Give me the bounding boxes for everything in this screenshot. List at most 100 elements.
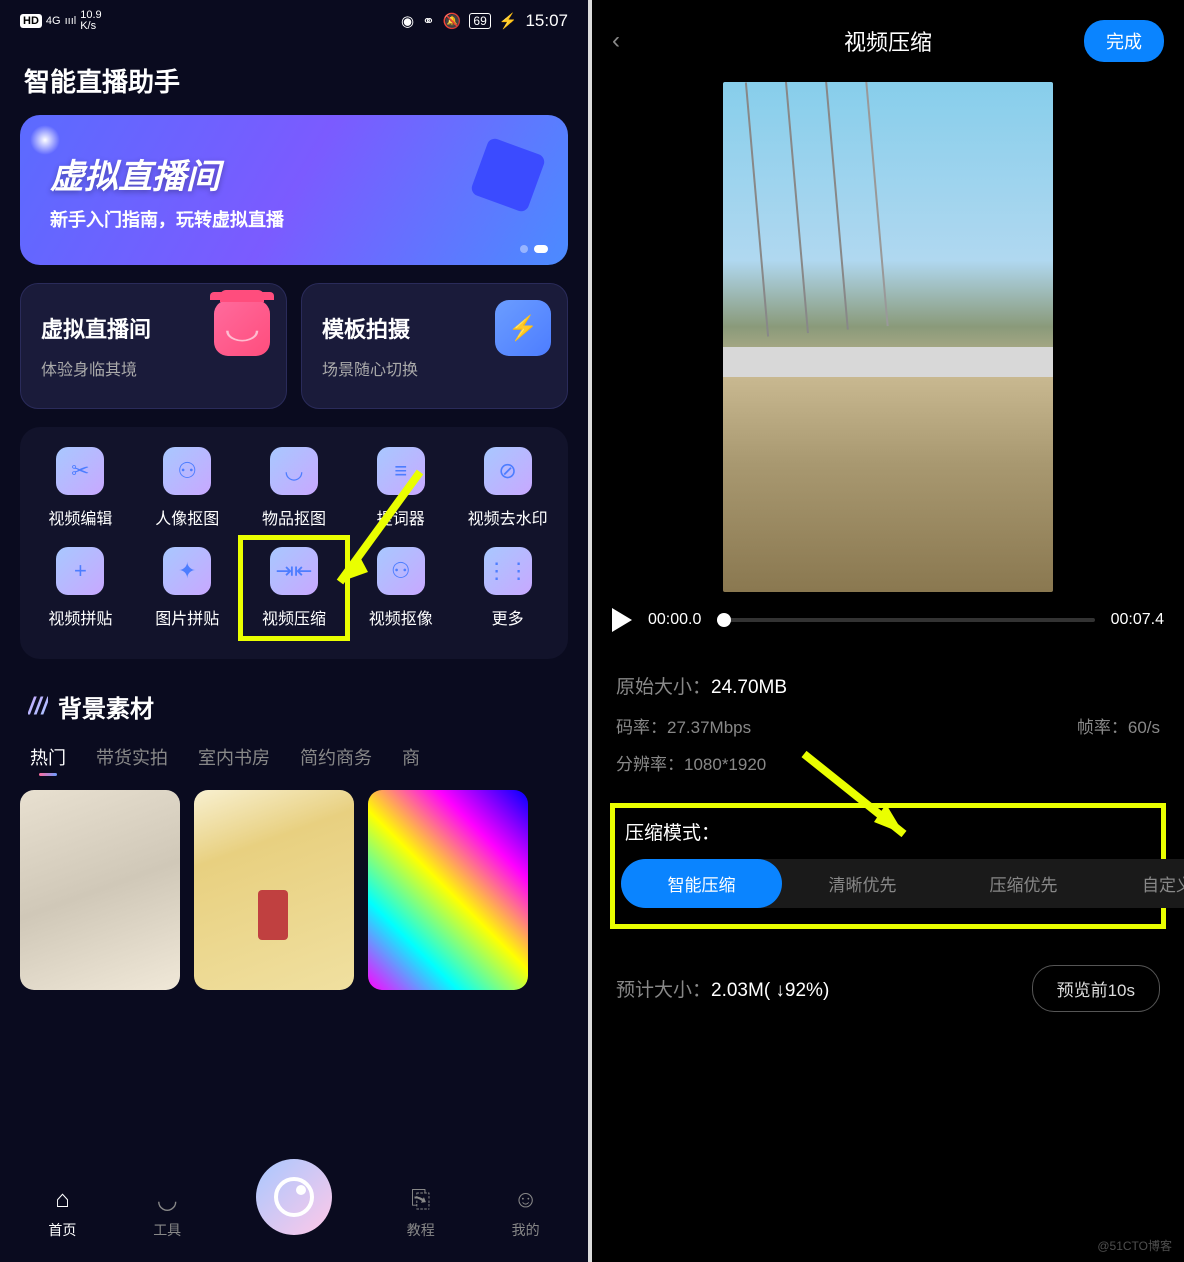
- nav-profile[interactable]: ☺ 我的: [510, 1184, 542, 1240]
- page-title: 视频压缩: [844, 25, 932, 57]
- watermark: @51CTO博客: [1097, 1237, 1172, 1254]
- tool-icon: ⇥⇤: [270, 547, 318, 595]
- tool-物品抠图[interactable]: ◡ 物品抠图: [244, 447, 345, 529]
- tool-label: 人像抠图: [155, 505, 219, 529]
- bg-tabs: 热门 带货实拍 室内书房 简约商务 商: [0, 744, 588, 790]
- tab-室内书房[interactable]: 室内书房: [198, 744, 270, 770]
- tool-label: 物品抠图: [262, 505, 326, 529]
- mode-options: 智能压缩清晰优先压缩优先自定义模式: [621, 859, 1184, 908]
- card-sub: 体验身临其境: [41, 356, 266, 380]
- bitrate-label: 码率：: [616, 718, 667, 737]
- status-bar: HD 4G ıııl 10.9 K/s ◉ ⚭ 🔕 69 ⚡ 15:07: [0, 0, 588, 42]
- robot-icon: [214, 300, 270, 356]
- bluetooth-icon: ⚭: [422, 12, 435, 30]
- tool-icon: ⋮⋮: [484, 547, 532, 595]
- hero-subtitle: 新手入门指南，玩转虚拟直播: [50, 206, 568, 232]
- tab-简约商务[interactable]: 简约商务: [300, 744, 372, 770]
- original-value: 24.70MB: [711, 677, 787, 698]
- tool-人像抠图[interactable]: ⚇ 人像抠图: [137, 447, 238, 529]
- tool-label: 视频去水印: [468, 505, 548, 529]
- bg-thumb[interactable]: [20, 790, 180, 990]
- player-bar: 00:00.0 00:07.4: [592, 592, 1184, 648]
- tool-label: 更多: [492, 605, 524, 629]
- resolution-label: 分辨率：: [616, 755, 684, 774]
- charge-icon: ⚡: [499, 12, 518, 30]
- battery-icon: 69: [469, 13, 490, 29]
- signal-icon: ıııl: [65, 16, 77, 27]
- time-current: 00:00.0: [648, 611, 701, 629]
- bag-icon: ◡: [151, 1184, 183, 1216]
- mode-section: 压缩模式： 智能压缩清晰优先压缩优先自定义模式: [610, 803, 1166, 929]
- tab-带货实拍[interactable]: 带货实拍: [96, 744, 168, 770]
- card-sub: 场景随心切换: [322, 356, 547, 380]
- tool-icon: ⚇: [163, 447, 211, 495]
- carousel-dots: [520, 245, 548, 253]
- done-button[interactable]: 完成: [1084, 20, 1164, 62]
- home-screen: HD 4G ıııl 10.9 K/s ◉ ⚭ 🔕 69 ⚡ 15:07 智能直…: [0, 0, 592, 1262]
- card-template-shoot[interactable]: 模板拍摄 场景随心切换: [301, 283, 568, 409]
- tool-更多[interactable]: ⋮⋮ 更多: [457, 547, 558, 629]
- tool-视频压缩[interactable]: ⇥⇤视频压缩: [244, 547, 345, 629]
- progress-bar[interactable]: [717, 618, 1094, 622]
- capture-icon: [274, 1177, 314, 1217]
- tool-icon: ⊘: [484, 447, 532, 495]
- nav-tutorial[interactable]: ⎘ 教程: [405, 1184, 437, 1240]
- mute-icon: 🔕: [443, 12, 462, 30]
- nav-capture[interactable]: [256, 1159, 332, 1235]
- bg-list: [0, 790, 588, 990]
- preview-button[interactable]: 预览前10s: [1032, 965, 1160, 1012]
- time-total: 00:07.4: [1111, 611, 1164, 629]
- estimate-label: 预计大小：: [616, 980, 711, 1001]
- nav-home[interactable]: ⌂ 首页: [46, 1184, 78, 1240]
- eye-icon: ◉: [401, 12, 414, 30]
- tool-label: 视频抠像: [369, 605, 433, 629]
- hero-banner[interactable]: 虚拟直播间 新手入门指南，玩转虚拟直播: [20, 115, 568, 265]
- tab-商[interactable]: 商: [402, 744, 420, 770]
- tool-视频去水印[interactable]: ⊘ 视频去水印: [457, 447, 558, 529]
- bitrate-value: 27.37Mbps: [667, 718, 751, 737]
- clock: 15:07: [525, 11, 568, 31]
- net-badge: 4G: [46, 16, 61, 27]
- mode-自定义模式[interactable]: 自定义模式: [1104, 859, 1184, 908]
- original-label: 原始大小：: [616, 677, 711, 698]
- tool-icon: ✂: [56, 447, 104, 495]
- tab-热门[interactable]: 热门: [30, 744, 66, 770]
- tool-label: 视频编辑: [48, 505, 112, 529]
- back-button[interactable]: ‹: [612, 27, 620, 55]
- net-speed: 10.9 K/s: [80, 10, 101, 32]
- mode-压缩优先[interactable]: 压缩优先: [943, 859, 1104, 908]
- compress-screen: ‹ 视频压缩 完成 00:00.0 00:07.4 原始大小：24.70MB 码…: [592, 0, 1184, 1262]
- tool-图片拼贴[interactable]: ✦图片拼贴: [137, 547, 238, 629]
- tool-提词器[interactable]: ≡ 提词器: [350, 447, 451, 529]
- nav-tools[interactable]: ◡ 工具: [151, 1184, 183, 1240]
- face-icon: ☺: [510, 1184, 542, 1216]
- tool-icon: ≡: [377, 447, 425, 495]
- estimate-row: 预计大小：2.03M( ↓92%) 预览前10s: [592, 935, 1184, 1042]
- hd-badge: HD: [20, 14, 42, 28]
- tool-视频编辑[interactable]: ✂ 视频编辑: [30, 447, 131, 529]
- header: ‹ 视频压缩 完成: [592, 0, 1184, 82]
- card-virtual-studio[interactable]: 虚拟直播间 体验身临其境: [20, 283, 287, 409]
- estimate-value: 2.03M( ↓92%): [711, 980, 829, 1001]
- mode-title: 压缩模式：: [621, 818, 1155, 845]
- tool-icon: ◡: [270, 447, 318, 495]
- bg-thumb[interactable]: [368, 790, 528, 990]
- video-preview[interactable]: [723, 82, 1053, 592]
- bg-thumb[interactable]: [194, 790, 354, 990]
- tool-视频抠像[interactable]: ⚇ 视频抠像: [350, 547, 451, 629]
- tool-视频拼贴[interactable]: +视频拼贴: [30, 547, 131, 629]
- play-button[interactable]: [612, 608, 632, 632]
- mode-清晰优先[interactable]: 清晰优先: [782, 859, 943, 908]
- home-icon: ⌂: [46, 1184, 78, 1216]
- tool-label: 视频拼贴: [48, 605, 112, 629]
- bookmark-icon: ⎘: [405, 1184, 437, 1216]
- app-title: 智能直播助手: [0, 42, 588, 115]
- tool-icon: ⚇: [377, 547, 425, 595]
- mode-智能压缩[interactable]: 智能压缩: [621, 859, 782, 908]
- camera-icon: [495, 300, 551, 356]
- section-title: 背景素材: [0, 659, 588, 744]
- fps-label: 帧率：: [1077, 718, 1128, 737]
- tool-label: 图片拼贴: [155, 605, 219, 629]
- tool-grid: ✂ 视频编辑 ⚇ 人像抠图 ◡ 物品抠图 ≡ 提词器 ⊘ 视频去水印 +视频拼贴✦图片拼贴⇥⇤视频压…: [30, 447, 558, 629]
- tool-label: 提词器: [377, 505, 425, 529]
